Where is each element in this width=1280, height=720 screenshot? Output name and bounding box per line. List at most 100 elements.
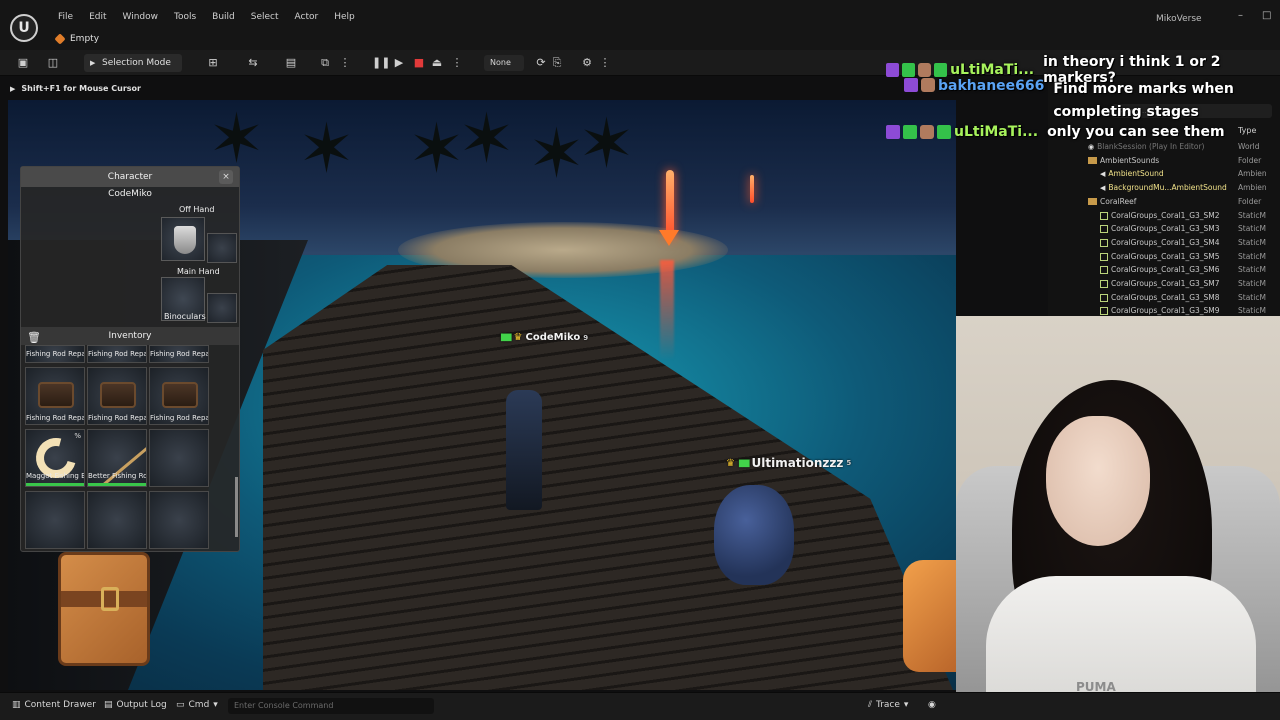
trace-dropdown[interactable]: ⫽ Trace ▾ [868,700,908,710]
crown-icon: ♛ [513,332,523,343]
compile-icon[interactable]: ⎘ [550,56,564,70]
menu-help[interactable]: Help [326,12,363,22]
outliner-item-type: StaticM [1238,224,1266,234]
verified-badge-icon [902,63,916,77]
off-hand-slot[interactable] [161,217,205,261]
outliner-type-header[interactable]: Type [1238,126,1256,135]
inventory-slot[interactable]: Fishing Rod Repa [25,367,85,425]
inventory-slot[interactable]: Fishing Rod Repa [87,345,147,363]
menu-file[interactable]: File [50,12,81,22]
inventory-slot[interactable]: Better Fishing Roc [87,429,147,487]
menu-select[interactable]: Select [243,12,287,22]
unreal-logo-icon[interactable]: U [10,14,38,42]
inventory-item-label: Fishing Rod Repa [150,414,208,422]
inventory-slot[interactable] [25,491,85,549]
outliner-row[interactable]: CoralReef Folder [1048,197,1280,210]
inventory-slot[interactable]: Fishing Rod Repa [149,367,209,425]
eject-icon[interactable]: ⏏ [430,56,444,70]
outliner-item-label: AmbientSounds [1100,155,1160,165]
project-tab-label: Empty [70,34,100,44]
menu-actor[interactable]: Actor [287,12,327,22]
palm-tree: ✶ [528,115,585,194]
outliner-item-label: CoralGroups_Coral1_G3_SM5 [1111,251,1220,261]
main-hand-slot[interactable]: Binoculars [161,277,206,321]
outliner-item-type: StaticM [1238,265,1266,275]
sub-badge-icon [886,125,900,139]
add-actor-icon[interactable]: ⊞ [206,56,220,70]
maximize-icon[interactable]: □ [1262,10,1271,21]
emote-badge-icon [921,78,935,92]
off-hand-extra-slot[interactable] [207,233,237,263]
journal-book-icon[interactable] [58,552,150,666]
cmd-label: Cmd [188,700,210,710]
outliner-row-name: CoralGroups_Coral1_G3_SM6 [1100,265,1220,275]
menu-edit[interactable]: Edit [81,12,114,22]
menu-tools[interactable]: Tools [166,12,204,22]
outliner-row-name: ◀ AmbientSound [1100,169,1164,178]
inventory-slot[interactable] [87,491,147,549]
outliner-row-name: CoralGroups_Coral1_G3_SM8 [1100,293,1220,302]
outliner-row-name: CoralReef [1088,197,1136,206]
menu-build[interactable]: Build [204,12,243,22]
emote-badge-icon [920,125,934,139]
outliner-item-label: CoralReef [1100,196,1137,206]
chat-text: only you can see them [1047,124,1225,140]
none-dropdown[interactable]: None [484,55,524,71]
webcam-person-face [1046,416,1150,546]
play-options-icon[interactable]: ⋮ [450,56,464,70]
player-name: Ultimationzzz [751,456,844,470]
outliner-row[interactable]: CoralGroups_Coral1_G3_SM7 StaticM [1048,279,1280,292]
folder-icon [1088,157,1097,165]
close-icon[interactable]: × [219,170,233,184]
blueprint-icon[interactable]: ⇆ [246,56,260,70]
outliner-item-label: CoralGroups_Coral1_G3_SM8 [1111,292,1220,302]
outliner-row[interactable]: AmbientSounds Folder [1048,156,1280,169]
selection-mode-dropdown[interactable]: Selection Mode [84,54,182,72]
save-icon[interactable]: ▣ [16,56,30,70]
refresh-icon[interactable]: ⟳ [534,56,548,70]
off-hand-label: Off Hand [179,205,215,214]
outliner-item-label: CoralGroups_Coral1_G3_SM2 [1111,210,1220,220]
inventory-slot[interactable] [149,429,209,487]
inventory-scrollbar[interactable] [235,477,238,537]
step-frame-icon[interactable]: ▶ [392,56,406,70]
project-tab[interactable]: Empty [50,30,105,48]
outliner-row[interactable]: CoralGroups_Coral1_G3_SM3 StaticM [1048,224,1280,237]
outliner-row[interactable]: ◀ AmbientSound Ambien [1048,169,1280,182]
backpack-icon[interactable] [903,560,956,672]
outliner-row[interactable]: CoralGroups_Coral1_G3_SM4 StaticM [1048,238,1280,251]
inventory-slot[interactable]: Fishing Rod Repa [25,345,85,363]
main-hand-extra-slot[interactable] [207,293,237,323]
stop-icon[interactable]: ■ [412,56,426,70]
minimize-icon[interactable]: – [1238,10,1243,21]
outliner-row[interactable]: CoralGroups_Coral1_G3_SM8 StaticM [1048,293,1280,306]
outliner-row[interactable]: ◉ BlankSession (Play In Editor) World [1048,142,1280,155]
inventory-title: Inventory [108,331,152,341]
cinematics-icon[interactable]: ▤ [284,56,298,70]
browse-icon[interactable]: ◫ [46,56,60,70]
outliner-row[interactable]: CoralGroups_Coral1_G3_SM2 StaticM [1048,211,1280,224]
content-drawer-button[interactable]: ▥ Content Drawer [12,700,96,710]
menu-window[interactable]: Window [115,12,167,22]
pause-icon[interactable]: ❚❚ [372,56,390,70]
derived-data-icon[interactable]: ◉ [928,700,936,710]
cmd-dropdown[interactable]: ▭ Cmd ▾ [176,700,218,710]
inventory-slot[interactable]: Fishing Rod Repa [87,367,147,425]
platforms-icon[interactable]: ⧉ [318,56,332,70]
fishing-rod-icon [100,447,146,486]
outliner-row[interactable]: ◀ BackgroundMu...AmbientSound Ambien [1048,183,1280,196]
outliner-row[interactable]: CoralGroups_Coral1_G3_SM5 StaticM [1048,252,1280,265]
outliner-row[interactable]: CoralGroups_Coral1_G3_SM6 StaticM [1048,265,1280,278]
output-log-button[interactable]: ▤ Output Log [104,700,167,710]
outliner-row-name: CoralGroups_Coral1_G3_SM2 [1100,211,1220,220]
settings-icon[interactable]: ⚙ [580,56,594,70]
durability-bar [26,483,84,486]
console-command-input[interactable]: Enter Console Command [228,698,434,714]
inventory-slot[interactable] [149,491,209,549]
inventory-slot[interactable]: Fishing Rod Repa [149,345,209,363]
more-options-icon[interactable]: ⋮ [338,56,352,70]
marker-reflection [660,260,674,360]
toolbar-more-icon[interactable]: ⋮ [598,56,612,70]
chevron-down-icon: ▾ [213,700,218,710]
inventory-slot[interactable]: Maggot Fishing Ba% [25,429,85,487]
